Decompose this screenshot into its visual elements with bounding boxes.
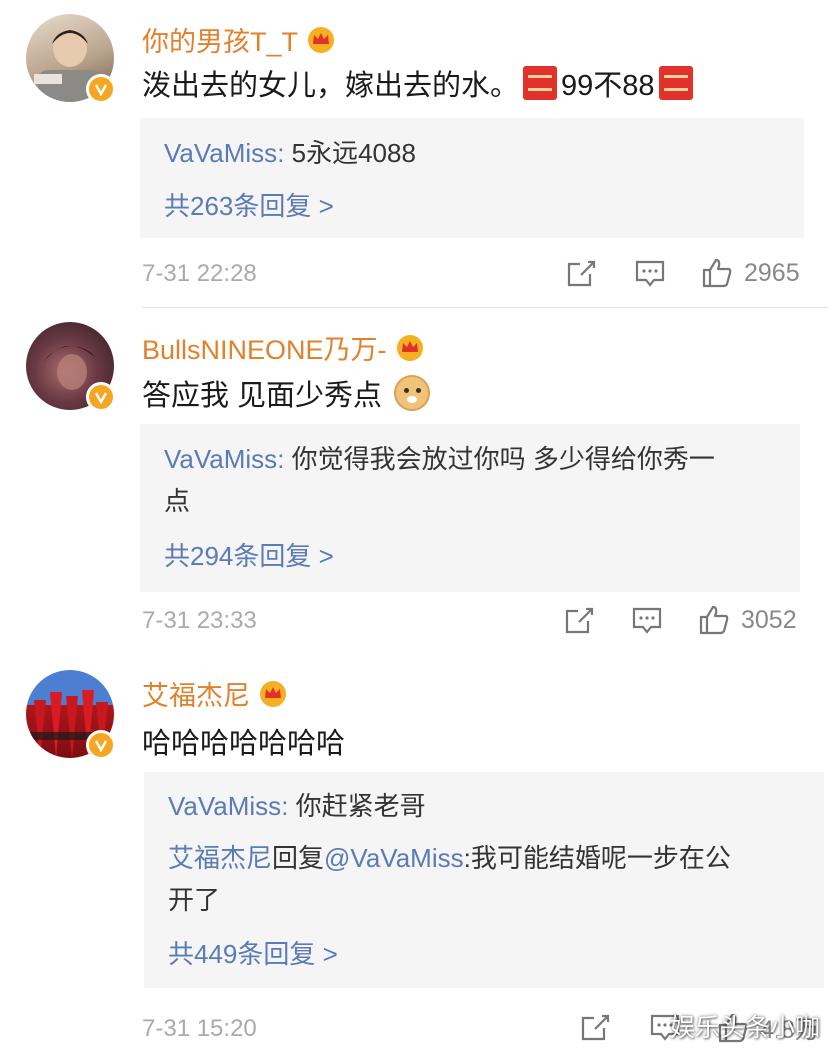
comment-text: 答应我 见面少秀点 [142, 372, 431, 414]
share-button[interactable] [564, 256, 598, 290]
comment-text: 哈哈哈哈哈哈哈 [142, 728, 346, 760]
avatar[interactable] [26, 322, 116, 412]
reply-line: VaVaMiss: 你觉得我会放过你吗 多少得给你秀一 [164, 444, 715, 474]
reply-author[interactable]: VaVaMiss [168, 791, 281, 821]
share-button[interactable] [562, 603, 596, 637]
username[interactable]: 你的男孩T_T [142, 20, 336, 59]
crown-icon [396, 334, 423, 361]
share-icon [565, 607, 594, 634]
mention-link[interactable]: @VaVaMiss [324, 843, 464, 873]
avatar[interactable] [26, 670, 116, 760]
reply-author[interactable]: VaVaMiss [164, 444, 277, 474]
like-button[interactable]: 3052 [697, 603, 797, 637]
reply-author[interactable]: 艾福杰尼 [168, 843, 272, 873]
timestamp: 7-31 23:33 [142, 607, 257, 634]
double-happiness-icon [658, 66, 693, 100]
thumbs-up-icon [699, 605, 729, 635]
comment-button[interactable] [633, 256, 667, 290]
verified-badge-icon [86, 730, 116, 760]
comment-button[interactable] [630, 603, 664, 637]
doge-emoji-icon [394, 375, 431, 411]
reply-line: 艾福杰尼回复@VaVaMiss:我可能结婚呢一步在公 [168, 843, 731, 873]
reply-line-cont: 开了 [168, 885, 221, 915]
watermark-text: 娱乐头条小咖 [669, 1014, 820, 1042]
share-icon [581, 1014, 610, 1041]
reply-line: VaVaMiss: 你赶紧老哥 [168, 791, 426, 821]
reply-box[interactable]: VaVaMiss: 5永远4088 共263条回复 > [140, 118, 804, 238]
avatar[interactable] [26, 14, 116, 104]
timestamp: 7-31 22:28 [142, 260, 257, 287]
share-icon [567, 260, 596, 287]
verified-badge-icon [86, 382, 116, 412]
crown-icon [260, 680, 286, 707]
thumbs-up-icon [702, 258, 732, 288]
crown-icon [308, 26, 335, 53]
timestamp: 7-31 15:20 [142, 1015, 257, 1042]
comment-item: 艾福杰尼 哈哈哈哈哈哈哈 VaVaMiss: 你赶紧老哥 艾福杰尼回复@VaVa… [0, 656, 828, 1058]
reply-author[interactable]: VaVaMiss [164, 138, 277, 168]
username[interactable]: BullsNINEONE乃万- [142, 328, 425, 367]
username[interactable]: 艾福杰尼 [142, 674, 288, 713]
reply-line: VaVaMiss: 5永远4088 [164, 138, 416, 168]
reply-line-cont: 点 [164, 486, 191, 516]
comment-icon [635, 260, 665, 287]
more-replies-link[interactable]: 共449条回复 > [168, 934, 338, 971]
like-count: 3052 [741, 605, 797, 634]
more-replies-link[interactable]: 共263条回复 > [164, 186, 334, 223]
reply-box[interactable]: VaVaMiss: 你赶紧老哥 艾福杰尼回复@VaVaMiss:我可能结婚呢一步… [144, 772, 824, 988]
comment-item: BullsNINEONE乃万- 答应我 见面少秀点 VaVaMiss: 你觉得我… [0, 308, 828, 653]
comment-icon [632, 607, 662, 634]
reply-box[interactable]: VaVaMiss: 你觉得我会放过你吗 多少得给你秀一 点 共294条回复 > [140, 424, 800, 592]
comment-item: 你的男孩T_T 泼出去的女儿，嫁出去的水。 99不88 VaVaMiss: 5永… [0, 0, 828, 305]
like-button[interactable]: 2965 [700, 256, 800, 290]
share-button[interactable] [578, 1010, 612, 1044]
double-happiness-icon [523, 66, 558, 100]
more-replies-link[interactable]: 共294条回复 > [164, 536, 334, 573]
comment-text: 泼出去的女儿，嫁出去的水。 99不88 [142, 62, 693, 104]
verified-badge-icon [86, 74, 116, 104]
like-count: 2965 [744, 258, 800, 287]
